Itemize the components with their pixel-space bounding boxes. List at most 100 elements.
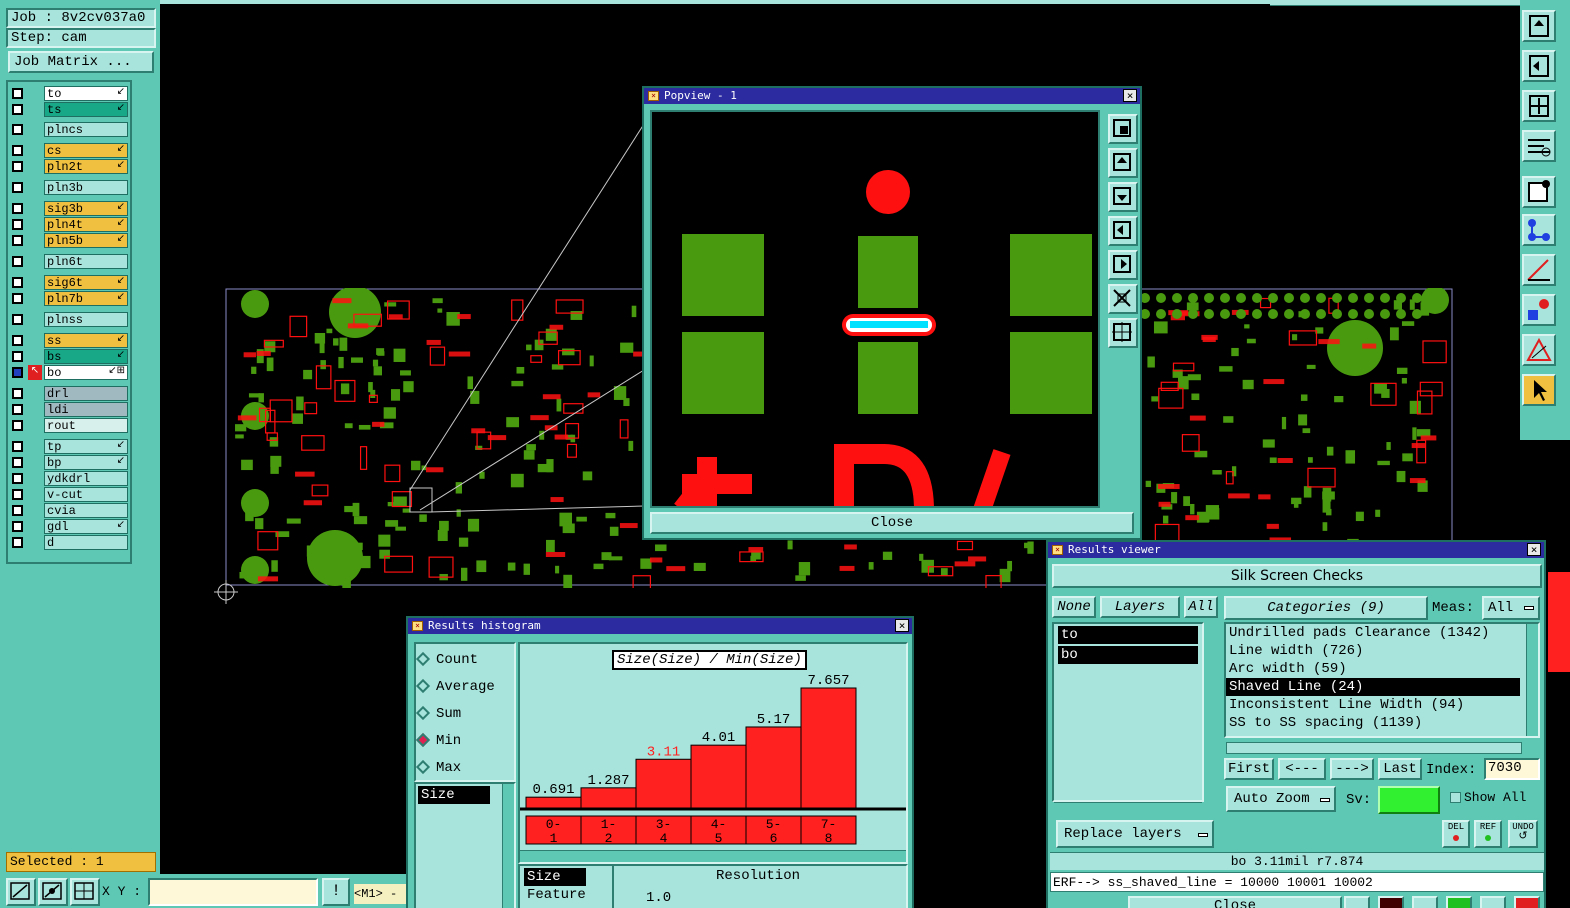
layer-row-plncs[interactable]: plncs — [10, 122, 128, 137]
layer-row-sig3b[interactable]: sig3b ↙ — [10, 201, 128, 216]
layer-checkbox[interactable] — [12, 537, 23, 548]
resolution-value[interactable]: 1.0 — [646, 890, 671, 906]
results-tool-3-icon[interactable] — [1412, 896, 1438, 908]
radio-count[interactable]: Count — [415, 652, 478, 668]
category-item[interactable]: Undrilled pads Clearance (1342) — [1226, 624, 1520, 642]
layer-row-cs[interactable]: cs ↙ — [10, 143, 128, 158]
radio-min[interactable]: Min — [415, 733, 461, 749]
layer-list-hscroll[interactable] — [1054, 802, 1202, 814]
layer-row-tp[interactable]: tp ↙ — [10, 439, 128, 454]
radio-sum[interactable]: Sum — [415, 706, 461, 722]
first-button[interactable]: First — [1224, 758, 1274, 780]
radio-average[interactable]: Average — [415, 679, 495, 695]
popview-center-icon[interactable] — [1108, 318, 1138, 348]
net-icon[interactable] — [1522, 214, 1556, 246]
pointer-select-icon[interactable] — [1522, 176, 1556, 208]
layer-row-cvia[interactable]: cvia — [10, 503, 128, 518]
radio-max[interactable]: Max — [415, 760, 461, 776]
left-view-icon[interactable] — [1522, 50, 1556, 82]
xy-input[interactable] — [148, 878, 318, 906]
popview-down-icon[interactable] — [1108, 182, 1138, 212]
layer-checkbox[interactable] — [12, 145, 23, 156]
snap-icon[interactable] — [38, 878, 68, 906]
layer-checkbox[interactable] — [12, 293, 23, 304]
histogram-bar[interactable] — [800, 687, 857, 809]
layer-checkbox[interactable] — [12, 335, 23, 346]
layer-checkbox[interactable] — [12, 473, 23, 484]
attribute-selected[interactable]: Size — [524, 868, 586, 886]
fit-icon[interactable] — [1522, 90, 1556, 122]
prev-button[interactable]: <--- — [1278, 758, 1326, 780]
category-item[interactable]: SS to SS spacing (1139) — [1226, 714, 1520, 732]
results-tool-1-icon[interactable] — [1344, 896, 1370, 908]
auto-zoom-dropdown[interactable]: Auto Zoom — [1226, 786, 1336, 812]
last-button[interactable]: Last — [1378, 758, 1422, 780]
popview-close-button[interactable]: Close — [650, 512, 1134, 534]
layer-row-pln3b[interactable]: pln3b — [10, 180, 128, 195]
grid-icon[interactable] — [70, 878, 100, 906]
layer-checkbox[interactable] — [12, 505, 23, 516]
results-tool-4-icon[interactable] — [1446, 896, 1472, 908]
histogram-bar[interactable] — [635, 758, 692, 809]
del-icon[interactable]: DEL — [1442, 820, 1470, 848]
attribute-feature[interactable]: Feature — [524, 886, 586, 904]
undo-icon[interactable]: UNDO ↺ — [1508, 820, 1538, 848]
popview-left-icon[interactable] — [1108, 216, 1138, 246]
attribute-item[interactable]: Size — [418, 786, 490, 804]
layer-row-bp[interactable]: bp ↙ — [10, 455, 128, 470]
layer-checkbox[interactable] — [12, 388, 23, 399]
layer-checkbox[interactable] — [12, 203, 23, 214]
layer-row-pln4t[interactable]: pln4t ↙ — [10, 217, 128, 232]
results-tool-2-icon[interactable] — [1378, 896, 1404, 908]
layer-checkbox[interactable] — [12, 457, 23, 468]
results-tool-6-icon[interactable] — [1514, 896, 1540, 908]
layer-checkbox[interactable] — [12, 277, 23, 288]
layer-checkbox[interactable] — [12, 441, 23, 452]
layer-checkbox[interactable] — [12, 104, 23, 115]
layer-checkbox[interactable] — [12, 367, 23, 378]
layer-row-ydkdrl[interactable]: ydkdrl — [10, 471, 128, 486]
layer-row-ts[interactable]: ts ↙ — [10, 102, 128, 117]
results-tool-5-icon[interactable] — [1480, 896, 1506, 908]
layer-row-rout[interactable]: rout — [10, 418, 128, 433]
job-matrix-button[interactable]: Job Matrix ... — [8, 51, 154, 73]
show-all-checkbox[interactable] — [1450, 792, 1461, 803]
layer-checkbox[interactable] — [12, 88, 23, 99]
result-layer-item[interactable]: to — [1058, 626, 1198, 644]
layer-row-pln6t[interactable]: pln6t — [10, 254, 128, 269]
layer-row-ldi[interactable]: ldi — [10, 402, 128, 417]
layer-checkbox[interactable] — [12, 521, 23, 532]
close-icon[interactable]: × — [1527, 543, 1541, 556]
layer-row-bo[interactable]: ↖ bo ↙⊞ — [10, 365, 128, 380]
layer-checkbox[interactable] — [12, 404, 23, 415]
popview-right-icon[interactable] — [1108, 250, 1138, 280]
results-close-button[interactable]: Close — [1128, 896, 1342, 908]
warning-icon[interactable] — [1522, 334, 1556, 366]
layer-row-pln7b[interactable]: pln7b ↙ — [10, 291, 128, 306]
histogram-bar[interactable] — [745, 726, 802, 809]
layer-checkbox[interactable] — [12, 124, 23, 135]
popview-up-icon[interactable] — [1108, 148, 1138, 178]
layer-row-d[interactable]: d — [10, 535, 128, 550]
ref-icon[interactable]: REF — [1474, 820, 1502, 848]
layer-checkbox[interactable] — [12, 420, 23, 431]
attribute-scrollbar[interactable] — [502, 784, 514, 908]
layer-checkbox[interactable] — [12, 256, 23, 267]
line-tool-icon[interactable] — [1522, 254, 1556, 286]
category-hscroll[interactable] — [1226, 742, 1522, 754]
popview-fit-icon[interactable] — [1108, 284, 1138, 314]
histogram-bar[interactable] — [580, 787, 637, 809]
category-item[interactable]: Inconsistent Line Width (94) — [1226, 696, 1520, 714]
sv-color-dropdown[interactable] — [1378, 786, 1440, 814]
pad-tool-icon[interactable] — [1522, 294, 1556, 326]
layer-row-plnss[interactable]: plnss — [10, 312, 128, 327]
arrow-cursor-icon[interactable] — [1522, 374, 1556, 406]
result-layer-item[interactable]: bo — [1058, 646, 1198, 664]
layer-checkbox[interactable] — [12, 351, 23, 362]
replace-layers-dropdown[interactable]: Replace layers — [1056, 820, 1214, 848]
index-input[interactable]: 7030 — [1484, 758, 1540, 780]
layer-row-ss[interactable]: ss ↙ — [10, 333, 128, 348]
none-button[interactable]: None — [1052, 596, 1096, 618]
category-item[interactable]: Shaved Line (24) — [1226, 678, 1520, 696]
categories-button[interactable]: Categories (9) — [1224, 596, 1428, 620]
